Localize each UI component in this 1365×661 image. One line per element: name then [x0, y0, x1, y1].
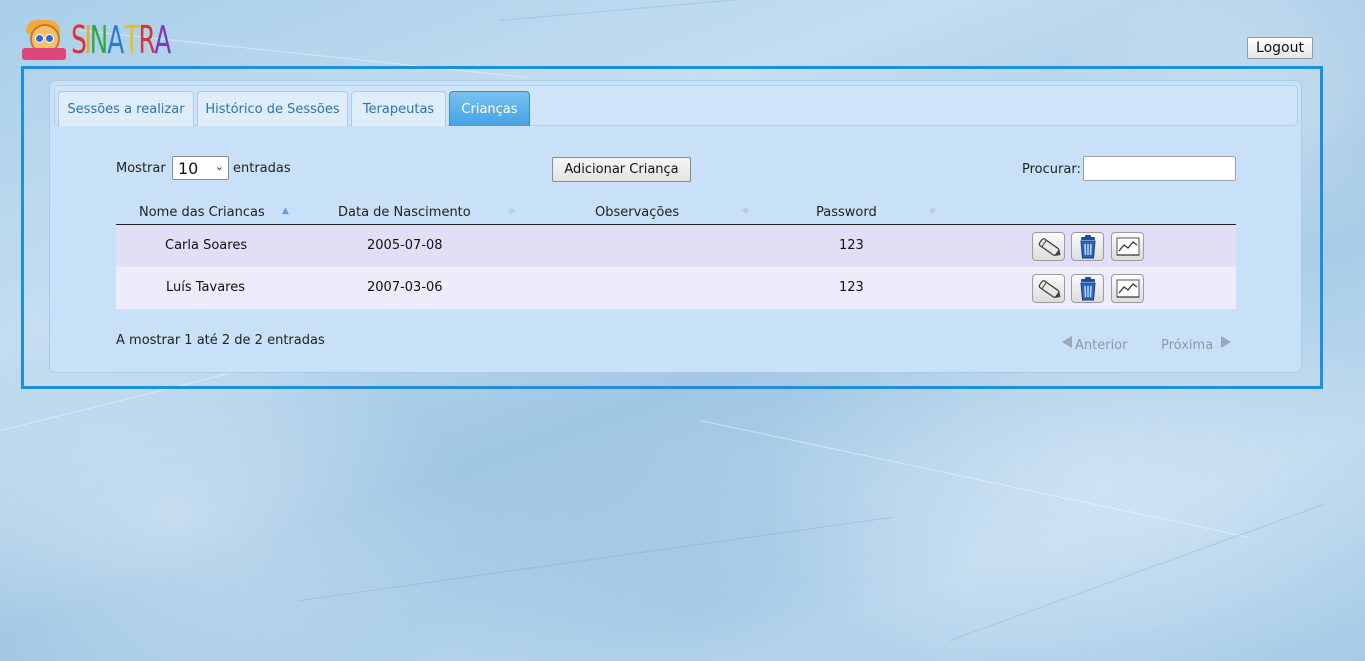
page-size-value: 10 [178, 158, 199, 178]
mascot-icon [22, 18, 66, 62]
stats-button[interactable] [1111, 232, 1144, 261]
cell-password: 123 [839, 238, 864, 253]
delete-button[interactable] [1071, 232, 1104, 261]
cell-birthdate: 2005-07-08 [367, 238, 443, 253]
logo-letter: R [138, 18, 156, 62]
trash-icon [1080, 277, 1096, 301]
show-entries-prefix: Mostrar [116, 161, 166, 176]
cell-name: Carla Soares [165, 238, 248, 253]
logout-button[interactable]: Logout [1247, 37, 1313, 59]
edit-button[interactable] [1032, 274, 1065, 303]
table-info: A mostrar 1 até 2 de 2 entradas [116, 333, 325, 348]
logo-wordmark: SINATRA [68, 18, 171, 62]
show-entries-suffix: entradas [233, 161, 291, 176]
previous-page-button[interactable]: Anterior [1075, 338, 1127, 353]
arrow-left-icon[interactable] [1062, 336, 1072, 348]
table-row: Carla Soares 2005-07-08 123 [116, 225, 1236, 267]
background-crease [949, 503, 1327, 641]
delete-button[interactable] [1071, 274, 1104, 303]
search-label: Procurar: [1022, 162, 1081, 177]
arrow-right-icon[interactable] [1221, 336, 1231, 348]
stats-button[interactable] [1111, 274, 1144, 303]
sort-ascending-icon: ▲ [282, 206, 289, 216]
tab-sessoes-a-realizar[interactable]: Sessões a realizar [58, 91, 194, 126]
add-child-button[interactable]: Adicionar Criança [552, 157, 691, 182]
sort-icon: ◆ [929, 206, 936, 216]
next-page-button[interactable]: Próxima [1161, 338, 1213, 353]
tab-historico-de-sessoes[interactable]: Histórico de Sessões [197, 91, 348, 126]
cell-birthdate: 2007-03-06 [367, 280, 443, 295]
search-input[interactable] [1083, 156, 1236, 181]
page-size-select[interactable]: 10 ⌄ [172, 156, 229, 180]
cell-password: 123 [839, 280, 864, 295]
background-crease [299, 516, 895, 601]
background-crease [499, 0, 999, 21]
column-header-password[interactable]: Password [816, 205, 877, 220]
tab-terapeutas[interactable]: Terapeutas [351, 91, 446, 126]
tab-criancas[interactable]: Crianças [449, 91, 530, 126]
table-row: Luís Tavares 2007-03-06 123 [116, 267, 1236, 309]
edit-button[interactable] [1032, 232, 1065, 261]
logo-letter: N [89, 18, 109, 62]
sort-icon: ◆ [742, 206, 749, 216]
sort-icon: ◆ [508, 206, 515, 216]
logo-letter: A [154, 18, 173, 62]
chart-icon [1116, 279, 1140, 298]
logo-letter: A [107, 18, 126, 62]
edit-icon [1038, 280, 1061, 299]
chart-icon [1116, 237, 1140, 256]
logo-letter: T [123, 18, 140, 62]
cell-name: Luís Tavares [166, 280, 246, 295]
background-crease [699, 420, 1248, 538]
column-header-name[interactable]: Nome das Criancas [139, 205, 265, 220]
app-logo: SINATRA [22, 14, 172, 66]
column-header-birthdate[interactable]: Data de Nascimento [338, 205, 471, 220]
trash-icon [1080, 235, 1096, 259]
chevron-down-icon: ⌄ [214, 160, 224, 173]
edit-icon [1038, 238, 1061, 257]
column-header-notes[interactable]: Observações [595, 205, 679, 220]
